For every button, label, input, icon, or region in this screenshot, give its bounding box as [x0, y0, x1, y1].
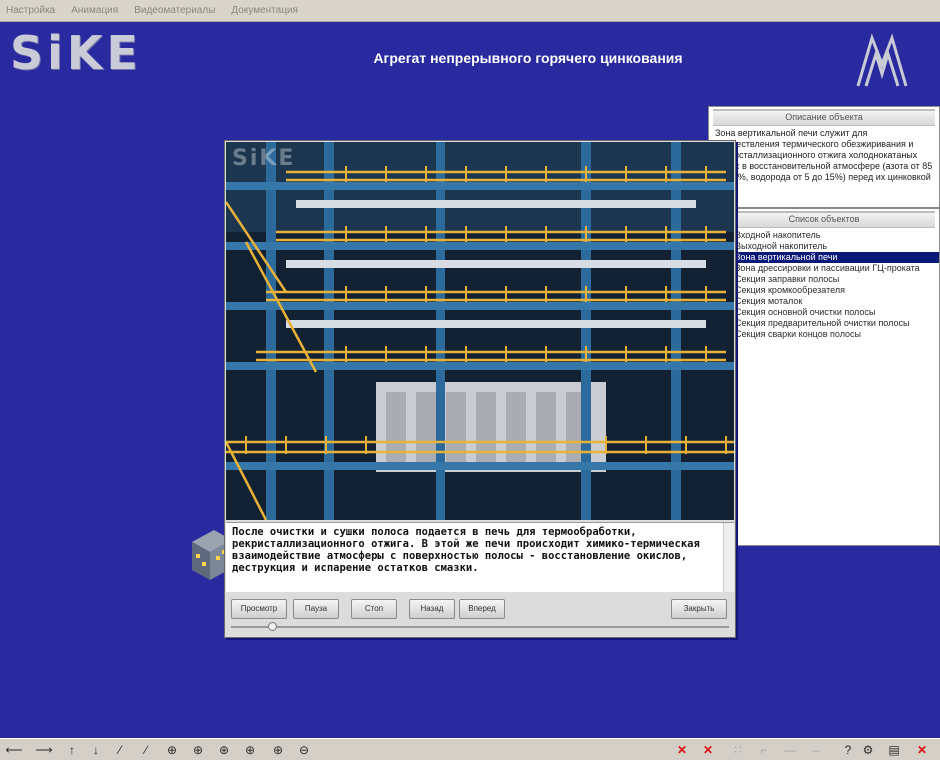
link-icon[interactable]: ⌐ — [754, 740, 774, 760]
exit-icon[interactable]: ✕ — [912, 740, 932, 760]
menu-documentation[interactable]: Документация — [231, 5, 298, 16]
zoom-in-icon[interactable]: ⊕ — [268, 740, 288, 760]
list-item-selected[interactable]: Зона вертикальной печи — [709, 252, 939, 263]
object-list-panel: Список объектов Входной накопитель Выход… — [708, 208, 940, 546]
object-list: Входной накопитель Выходной накопитель З… — [709, 230, 939, 340]
document-icon[interactable]: ▤ — [884, 740, 904, 760]
arrow-right-icon[interactable]: ⟶ — [34, 740, 54, 760]
list-item[interactable]: Входной накопитель — [709, 230, 939, 241]
view-button[interactable]: Просмотр — [231, 599, 287, 619]
list-item[interactable]: Секция предварительной очистки полосы — [709, 318, 939, 329]
furnace-photo: SiKE — [226, 142, 734, 520]
dash-icon[interactable]: – — [806, 740, 826, 760]
list-item[interactable]: Секция сварки концов полосы — [709, 329, 939, 340]
list-item[interactable]: Выходной накопитель — [709, 241, 939, 252]
object-description-text: Зона вертикальной печи служит для осущес… — [715, 128, 933, 182]
back-button[interactable]: Назад — [409, 599, 455, 619]
forward-button[interactable]: Вперед — [459, 599, 505, 619]
menu-settings[interactable]: Настройка — [6, 5, 55, 16]
grid-icon[interactable]: ∷ — [728, 740, 748, 760]
video-viewer-window: SiKE После очистки и сушки полоса подает… — [224, 140, 736, 638]
rotate-y-icon[interactable]: ⊕ — [188, 740, 208, 760]
panel-title: Описание объекта — [713, 109, 935, 126]
playback-controls: Просмотр Пауза Стоп Назад Вперед Закрыть — [225, 597, 735, 623]
list-item[interactable]: Секция заправки полосы — [709, 274, 939, 285]
line-icon[interactable]: — — [780, 740, 800, 760]
object-description-panel: Описание объекта Зона вертикальной печи … — [708, 106, 940, 208]
remove-icon[interactable]: ✕ — [672, 740, 692, 760]
progress-track[interactable] — [231, 626, 729, 628]
menu-bar: Настройка Анимация Видеоматериалы Докуме… — [0, 0, 940, 22]
pause-button[interactable]: Пауза — [293, 599, 339, 619]
app-title: Агрегат непрерывного горячего цинкования — [373, 50, 683, 66]
arrow-up-icon[interactable]: ↑ — [62, 740, 82, 760]
stop-button[interactable]: Стоп — [351, 599, 397, 619]
bottom-toolbar: ⟵ ⟶ ↑ ↓ ⁄ ∕ ⊕ ⊕ ⊕ ⊕ ⊕ ⊖ ✕ ✕ ∷ ⌐ — – ? ⚙ … — [0, 738, 940, 760]
rotate-z-icon[interactable]: ⊕ — [214, 740, 234, 760]
close-button[interactable]: Закрыть — [671, 599, 727, 619]
arrow-left-icon[interactable]: ⟵ — [4, 740, 24, 760]
list-item[interactable]: Зона дрессировки и пассивации ГЦ-проката — [709, 263, 939, 274]
caption-text: После очистки и сушки полоса подается в … — [232, 526, 700, 574]
panel-title: Список объектов — [713, 211, 935, 228]
sike-logo: SiKE — [10, 26, 142, 80]
mmk-logo — [854, 30, 910, 90]
photo-watermark: SiKE — [232, 146, 296, 171]
remove-all-icon[interactable]: ✕ — [698, 740, 718, 760]
caption-scrollbar[interactable] — [723, 523, 734, 592]
rotate-free-icon[interactable]: ⊕ — [240, 740, 260, 760]
arrow-down-icon[interactable]: ↓ — [86, 740, 106, 760]
progress-knob[interactable] — [267, 622, 277, 631]
list-item[interactable]: Секция кромкообрезателя — [709, 285, 939, 296]
diagonal-up-icon[interactable]: ⁄ — [110, 740, 130, 760]
list-item[interactable]: Секция моталок — [709, 296, 939, 307]
list-item[interactable]: Секция основной очистки полосы — [709, 307, 939, 318]
settings-icon[interactable]: ⚙ — [858, 740, 878, 760]
menu-videos[interactable]: Видеоматериалы — [134, 5, 215, 16]
menu-animation[interactable]: Анимация — [71, 5, 118, 16]
caption-textbox: После очистки и сушки полоса подается в … — [226, 522, 734, 592]
help-icon[interactable]: ? — [838, 740, 858, 760]
diagonal-down-icon[interactable]: ∕ — [136, 740, 156, 760]
rotate-x-icon[interactable]: ⊕ — [162, 740, 182, 760]
zoom-out-icon[interactable]: ⊖ — [294, 740, 314, 760]
